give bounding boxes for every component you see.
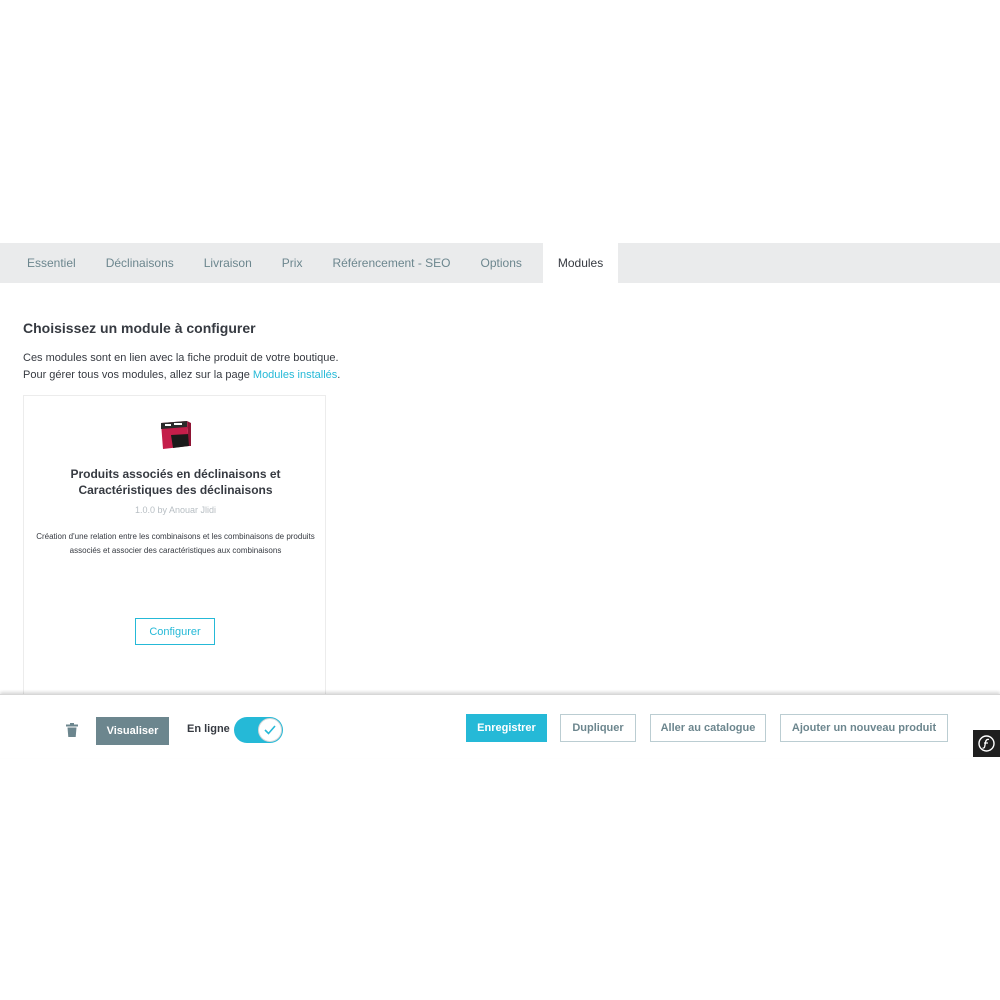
- symfony-debug-icon[interactable]: [973, 730, 1000, 757]
- go-to-catalog-button[interactable]: Aller au catalogue: [650, 714, 766, 742]
- tab-essentiel[interactable]: Essentiel: [0, 243, 91, 283]
- tab-seo[interactable]: Référencement - SEO: [317, 243, 465, 283]
- module-card: Produits associés en déclinaisons et Car…: [23, 395, 326, 695]
- installed-modules-link[interactable]: Modules installés: [253, 369, 337, 381]
- panel-desc-line1: Ces modules sont en lien avec la fiche p…: [23, 352, 339, 364]
- panel-title: Choisissez un module à configurer: [23, 320, 256, 336]
- preview-button[interactable]: Visualiser: [96, 717, 169, 745]
- add-new-product-button[interactable]: Ajouter un nouveau produit: [780, 714, 948, 742]
- modules-panel: Choisissez un module à configurer Ces mo…: [11, 283, 988, 695]
- product-tabs: Essentiel Déclinaisons Livraison Prix Ré…: [0, 243, 1000, 283]
- save-button[interactable]: Enregistrer: [466, 714, 547, 742]
- module-name: Produits associés en déclinaisons et Car…: [70, 467, 281, 497]
- panel-desc-line2: Pour gérer tous vos modules, allez sur l…: [23, 367, 340, 384]
- tab-declinaisons[interactable]: Déclinaisons: [91, 243, 189, 283]
- module-box-icon: [161, 421, 191, 449]
- panel-desc-suffix: .: [337, 369, 341, 381]
- configure-button[interactable]: Configurer: [135, 618, 215, 645]
- symfony-logo-icon: [978, 735, 995, 752]
- tab-livraison[interactable]: Livraison: [189, 243, 267, 283]
- tab-modules[interactable]: Modules: [542, 243, 619, 283]
- panel-desc-prefix: Pour gérer tous vos modules, allez sur l…: [23, 369, 253, 381]
- online-toggle[interactable]: [234, 717, 283, 743]
- tab-prix[interactable]: Prix: [267, 243, 318, 283]
- check-icon: [264, 725, 276, 735]
- module-description: Création d'une relation entre les combin…: [36, 532, 315, 555]
- product-footer-toolbar: Visualiser En ligne Enregistrer Duplique…: [0, 694, 1000, 758]
- module-version: 1.0.0 by Anouar Jlidi: [134, 505, 217, 515]
- duplicate-button[interactable]: Dupliquer: [560, 714, 636, 742]
- trash-icon[interactable]: [66, 723, 78, 737]
- panel-description: Ces modules sont en lien avec la fiche p…: [23, 350, 340, 384]
- toggle-knob: [258, 718, 282, 742]
- tab-options[interactable]: Options: [466, 243, 537, 283]
- online-label: En ligne: [187, 723, 230, 735]
